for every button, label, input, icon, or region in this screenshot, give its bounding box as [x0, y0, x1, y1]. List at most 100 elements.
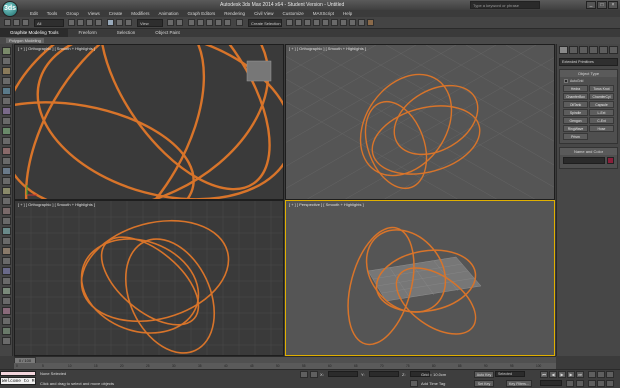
select-by-name-icon[interactable] — [77, 19, 84, 26]
name-color-title[interactable]: Name and Color — [560, 148, 617, 155]
select-move-icon[interactable] — [107, 19, 114, 26]
link-icon[interactable] — [22, 19, 29, 26]
material-editor-icon[interactable] — [340, 19, 347, 26]
redo-icon[interactable] — [13, 19, 20, 26]
object-color-swatch[interactable] — [607, 157, 614, 164]
mirror-icon[interactable] — [286, 19, 293, 26]
x-coordinate-field[interactable] — [328, 371, 358, 377]
maxscript-mini-listener[interactable]: Welcome to M — [0, 377, 36, 385]
tool-icon-17[interactable] — [2, 207, 11, 215]
tool-icon-13[interactable] — [2, 167, 11, 175]
auto-key-button[interactable]: Auto Key — [474, 371, 494, 378]
tool-icon-11[interactable] — [2, 147, 11, 155]
next-frame-icon[interactable]: ▶ — [567, 371, 575, 378]
manipulate-icon[interactable] — [176, 19, 183, 26]
tool-icon-25[interactable] — [2, 287, 11, 295]
key-filters-button[interactable]: Key Filters... — [506, 380, 532, 387]
selected-dropdown[interactable]: Selected — [495, 371, 525, 377]
key-mode-icon[interactable] — [566, 380, 574, 387]
tool-icon-24[interactable] — [2, 277, 11, 285]
menu-tools[interactable]: Tools — [47, 10, 58, 17]
tool-icon-12[interactable] — [2, 157, 11, 165]
select-object-icon[interactable] — [68, 19, 75, 26]
viewport-label[interactable]: [ + ] [ Orthographic ] [ Smooth + Highli… — [289, 46, 366, 51]
tool-icon-27[interactable] — [2, 307, 11, 315]
create-tab-icon[interactable] — [559, 46, 568, 54]
pan-view-icon[interactable] — [597, 380, 605, 387]
menu-civil-view[interactable]: Civil View — [254, 10, 273, 17]
tool-icon-9[interactable] — [2, 127, 11, 135]
l-ext-button[interactable]: L-Ext — [589, 109, 614, 116]
utilities-tab-icon[interactable] — [609, 46, 618, 54]
tool-icon-3[interactable] — [2, 67, 11, 75]
absolute-mode-icon[interactable] — [310, 371, 318, 378]
tab-selection[interactable]: Selection — [107, 29, 146, 37]
tool-icon-20[interactable] — [2, 237, 11, 245]
prism-button[interactable]: Prism — [563, 133, 588, 140]
select-scale-icon[interactable] — [125, 19, 132, 26]
tool-icon-28[interactable] — [2, 317, 11, 325]
region-select-icon[interactable] — [86, 19, 93, 26]
tab-freeform[interactable]: Freeform — [68, 29, 106, 37]
viewcube-icon[interactable] — [246, 60, 272, 82]
lock-selection-icon[interactable] — [300, 371, 308, 378]
menu-edit[interactable]: Edit — [30, 10, 38, 17]
chamferbox-button[interactable]: ChamferBox — [563, 93, 588, 100]
chamfercyl-button[interactable]: ChamferCyl — [589, 93, 614, 100]
spinner-snap-icon[interactable] — [224, 19, 231, 26]
zoom-all-icon[interactable] — [597, 371, 605, 378]
orbit-icon[interactable] — [606, 380, 614, 387]
window-crossing-icon[interactable] — [95, 19, 102, 26]
play-icon[interactable]: ▶ — [558, 371, 566, 378]
tool-icon-4[interactable] — [2, 77, 11, 85]
render-production-icon[interactable] — [367, 19, 374, 26]
gengon-button[interactable]: Gengon — [563, 117, 588, 124]
modify-tab-icon[interactable] — [569, 46, 578, 54]
tool-icon-18[interactable] — [2, 217, 11, 225]
graphite-toggle-icon[interactable] — [313, 19, 320, 26]
add-time-tag-button[interactable]: Add Time Tag — [421, 381, 445, 386]
rendered-frame-icon[interactable] — [358, 19, 365, 26]
time-configuration-icon[interactable] — [576, 380, 584, 387]
viewport-label[interactable]: [ + ] [ Orthographic ] [ Smooth + Highli… — [18, 46, 95, 51]
spindle-button[interactable]: Spindle — [563, 109, 588, 116]
time-tag-icon[interactable] — [410, 380, 418, 387]
tool-icon-6[interactable] — [2, 97, 11, 105]
y-coordinate-field[interactable] — [369, 371, 399, 377]
tool-icon-22[interactable] — [2, 257, 11, 265]
menu-rendering[interactable]: Rendering — [224, 10, 245, 17]
tool-icon-2[interactable] — [2, 57, 11, 65]
viewport-top-right[interactable]: [ + ] [ Orthographic ] [ Smooth + Highli… — [285, 44, 555, 200]
align-icon[interactable] — [295, 19, 302, 26]
tool-icon-23[interactable] — [2, 267, 11, 275]
previous-frame-icon[interactable]: ◀ — [549, 371, 557, 378]
tool-icon-14[interactable] — [2, 177, 11, 185]
menu-maxscript[interactable]: MAXScript — [313, 10, 334, 17]
edit-named-selection-icon[interactable] — [236, 19, 243, 26]
select-rotate-icon[interactable] — [116, 19, 123, 26]
schematic-view-icon[interactable] — [331, 19, 338, 26]
hierarchy-tab-icon[interactable] — [579, 46, 588, 54]
selection-filter-dropdown[interactable]: All — [34, 19, 64, 27]
c-ext-button[interactable]: C-Ext — [589, 117, 614, 124]
application-button[interactable]: 3ds — [2, 1, 18, 17]
tool-icon-16[interactable] — [2, 197, 11, 205]
render-setup-icon[interactable] — [349, 19, 356, 26]
menu-animation[interactable]: Animation — [159, 10, 179, 17]
close-icon[interactable]: × — [608, 1, 618, 9]
menu-modifiers[interactable]: Modifiers — [131, 10, 149, 17]
time-slider-track[interactable]: 0 / 100 — [14, 356, 556, 364]
ringwave-button[interactable]: RingWave — [563, 125, 588, 132]
minimize-icon[interactable]: _ — [586, 1, 596, 9]
named-selection-dropdown[interactable]: Create Selection Se — [248, 19, 282, 33]
maxscript-listener-output[interactable] — [0, 371, 36, 376]
polygon-modeling-button[interactable]: Polygon Modeling — [6, 38, 44, 43]
oiltank-button[interactable]: OilTank — [563, 101, 588, 108]
display-tab-icon[interactable] — [599, 46, 608, 54]
tool-icon-26[interactable] — [2, 297, 11, 305]
zoom-icon[interactable] — [588, 371, 596, 378]
undo-icon[interactable] — [4, 19, 11, 26]
tool-icon-19[interactable] — [2, 227, 11, 235]
tab-object-paint[interactable]: Object Paint — [145, 29, 190, 37]
tool-icon-5[interactable] — [2, 87, 11, 95]
